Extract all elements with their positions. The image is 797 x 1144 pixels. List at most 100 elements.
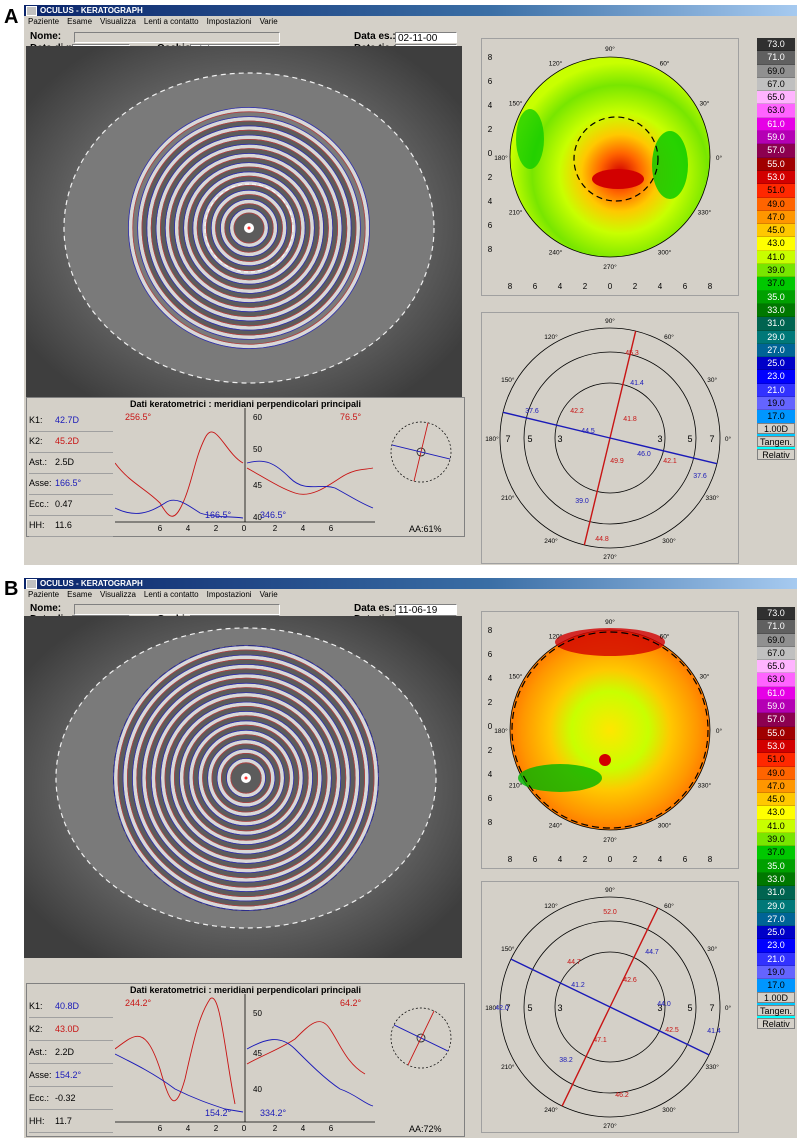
menu-item[interactable]: Varie — [260, 590, 278, 599]
menu-item[interactable]: Lenti a contatto — [144, 590, 199, 599]
map-x-tick: 4 — [658, 855, 663, 864]
kerato-row-hh: HH: 11.7 — [29, 1111, 113, 1133]
hh-label: HH: — [29, 520, 45, 530]
map-angle-label: 300° — [658, 248, 672, 256]
relative-button[interactable]: Relativ — [757, 449, 795, 461]
ecc-value: -0.32 — [55, 1093, 76, 1103]
map-x-tick: 6 — [683, 282, 688, 291]
step-button[interactable]: 1.00D — [757, 992, 795, 1004]
k2-label: K2: — [29, 436, 43, 446]
topography-color-map[interactable]: 8 8 6 6 4 4 2 2 0 0 2 2 4 4 6 6 8 8 90° 60° 30° 0° 330° 300° 270… — [481, 38, 739, 296]
meridian-value-red: 42.2 — [570, 408, 584, 415]
relative-button[interactable]: Relativ — [757, 1018, 795, 1030]
menu-item[interactable]: Visualizza — [100, 17, 136, 26]
diagram-angle-label: 210° — [501, 494, 515, 502]
map-y-tick: 2 — [488, 746, 493, 755]
meridian-diagram[interactable]: 90° 60° 30° 0° 330° 300° 270° 240° 210° 180° 150° 1… — [481, 312, 739, 564]
map-y-tick: 2 — [488, 125, 493, 134]
menu-item[interactable]: Impostazioni — [207, 590, 252, 599]
data-esame-field[interactable]: 11-06-19 — [395, 604, 457, 616]
map-y-tick: 4 — [488, 101, 493, 110]
color-scale-step: 39.0 — [757, 833, 795, 847]
color-scale-step: 43.0 — [757, 806, 795, 820]
ast-value: 2.2D — [55, 1047, 75, 1057]
hh-value: 11.7 — [55, 1116, 72, 1126]
map-y-tick: 6 — [488, 221, 493, 230]
map-x-tick: 8 — [508, 282, 513, 291]
step-button[interactable]: 1.00D — [757, 423, 795, 435]
color-scale-step: 51.0 — [757, 753, 795, 767]
diagram-angle-label: 30° — [707, 945, 717, 953]
tangential-button[interactable]: Tangen. — [757, 436, 795, 448]
map-angle-label: 270° — [603, 263, 617, 271]
map-y-tick: 2 — [488, 173, 493, 182]
map-y-tick: 8 — [488, 245, 493, 254]
nome-field[interactable] — [74, 32, 280, 43]
ring-radius-label: 5 — [687, 1003, 692, 1013]
meridian-value-red: 42.6 — [623, 977, 637, 984]
color-scale-step: 53.0 — [757, 739, 795, 754]
profile-degree-label: 64.2° — [340, 998, 362, 1008]
map-angle-label: 150° — [509, 100, 523, 108]
profile-degree-label: 76.5° — [340, 412, 362, 422]
map-angle-label: 0° — [716, 154, 723, 162]
diagram-angle-label: 300° — [662, 537, 676, 545]
map-angle-label: 150° — [509, 673, 523, 681]
meridian-value-red: 42.1 — [663, 458, 677, 465]
menu-item[interactable]: Paziente — [28, 590, 59, 599]
menu-item[interactable]: Visualizza — [100, 590, 136, 599]
menu-item[interactable]: Varie — [260, 17, 278, 26]
ring-radius-label: 5 — [527, 1003, 532, 1013]
data-esame-field[interactable]: 02-11-00 — [395, 32, 457, 44]
profile-x-tick: 4 — [186, 524, 191, 532]
diagram-angle-label: 60° — [664, 333, 674, 341]
color-scale-step: 67.0 — [757, 77, 795, 92]
color-scale-step: 29.0 — [757, 899, 795, 913]
map-y-tick: 6 — [488, 77, 493, 86]
ring-radius-label: 7 — [709, 1003, 714, 1013]
meridian-value-red: 46.2 — [615, 1092, 629, 1099]
ring-radius-label: 5 — [687, 434, 692, 444]
k1-label: K1: — [29, 415, 43, 425]
meridian-value-blue: 41.2 — [571, 982, 585, 989]
color-scale-step: 37.0 — [757, 277, 795, 291]
map-x-tick: 2 — [633, 282, 638, 291]
window-title-bar[interactable]: OCULUS - KERATOGRAPH — [24, 5, 797, 16]
color-scale: 73.0 71.0 69.0 67.0 65.0 63.0 61.0 59.0 57.0 55.0… — [757, 38, 795, 451]
menu-item[interactable]: Esame — [67, 17, 92, 26]
panel-label-a: A — [4, 6, 19, 28]
map-x-tick: 8 — [508, 855, 513, 864]
color-scale-step: 65.0 — [757, 91, 795, 105]
map-y-tick: 2 — [488, 698, 493, 707]
meridian-value-red: 44.8 — [595, 536, 609, 543]
diagram-angle-label: 120° — [544, 902, 558, 910]
diagram-angle-label: 270° — [603, 1122, 617, 1130]
profile-degree-label: 346.5° — [260, 510, 287, 520]
app-icon — [26, 579, 37, 589]
menu-item[interactable]: Lenti a contatto — [144, 17, 199, 26]
profile-y-tick: 45 — [253, 481, 262, 490]
map-angle-label: 180° — [494, 727, 508, 735]
k2-label: K2: — [29, 1024, 43, 1034]
window-title-bar[interactable]: OCULUS - KERATOGRAPH — [24, 578, 797, 589]
window-title: OCULUS - KERATOGRAPH — [40, 6, 143, 15]
tangential-button[interactable]: Tangen. — [757, 1005, 795, 1017]
map-angle-label: 90° — [605, 45, 615, 53]
map-y-tick: 8 — [488, 818, 493, 827]
ring-radius-label: 7 — [505, 434, 510, 444]
color-scale-step: 31.0 — [757, 886, 795, 900]
diagram-angle-label: 30° — [707, 376, 717, 384]
meridian-diagram[interactable]: 90° 60° 30° 0° 330° 300° 270° 240° 210° 180° 150° 1… — [481, 881, 739, 1133]
topography-color-map[interactable]: 8 8 6 6 4 4 2 2 0 0 2 2 4 4 6 6 8 8 90° 60° 30° 0° 330° 300° 270… — [481, 611, 739, 869]
asse-label: Asse: — [29, 478, 52, 488]
color-scale-step: 49.0 — [757, 766, 795, 780]
map-y-tick: 6 — [488, 794, 493, 803]
color-scale-step: 31.0 — [757, 317, 795, 331]
map-x-tick: 8 — [708, 282, 713, 291]
keratograph-window-a: OCULUS - KERATOGRAPH Paziente Esame Visuali… — [24, 5, 797, 565]
menu-item[interactable]: Impostazioni — [207, 17, 252, 26]
ecc-label: Ecc.: — [29, 1093, 50, 1103]
color-scale-step: 35.0 — [757, 859, 795, 873]
menu-item[interactable]: Esame — [67, 590, 92, 599]
menu-item[interactable]: Paziente — [28, 17, 59, 26]
